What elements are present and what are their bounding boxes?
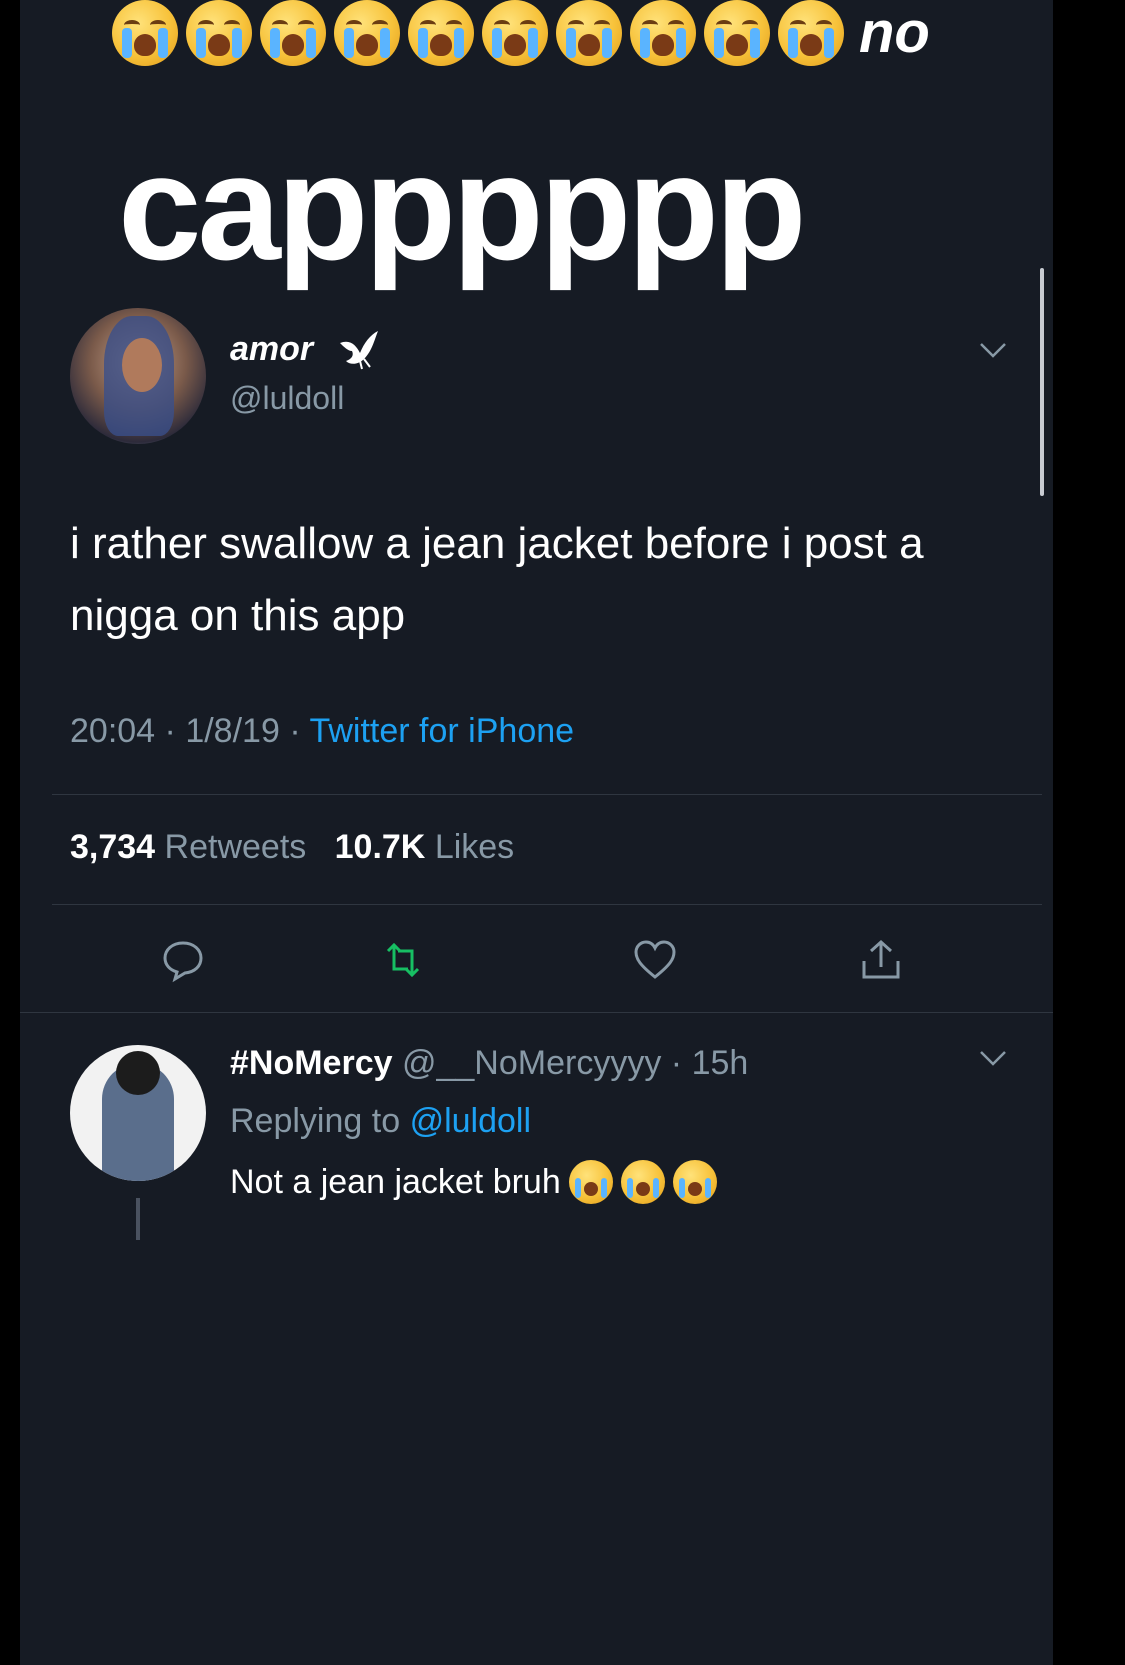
reply-icon[interactable]	[160, 937, 206, 983]
divider	[52, 794, 1042, 795]
loudly-crying-face-icon	[620, 1160, 665, 1204]
meta-separator: ·	[289, 712, 301, 750]
reply-header: #NoMercy @__NoMercyyyy · 15h	[230, 1044, 748, 1083]
reply-age: 15h	[691, 1044, 749, 1082]
loudly-crying-face-icon	[568, 1160, 613, 1204]
reply-emoji-row	[561, 1160, 717, 1204]
loudly-crying-face-icon	[704, 0, 770, 66]
loudly-crying-face-icon	[630, 0, 696, 66]
thread-line	[136, 1198, 140, 1240]
replying-to-link[interactable]: @luldoll	[410, 1102, 531, 1140]
meta-separator: ·	[670, 1044, 683, 1082]
right-gutter	[1053, 0, 1125, 1665]
reply-text: Not a jean jacket bruh	[230, 1160, 717, 1204]
tweet-time: 20:04	[70, 712, 156, 750]
loudly-crying-face-icon	[260, 0, 326, 66]
reply-body: Not a jean jacket bruh	[230, 1162, 561, 1201]
tweet-date: 1/8/19	[185, 712, 280, 750]
story-emoji-caption: no	[112, 0, 930, 66]
author-handle[interactable]: @luldoll	[230, 380, 344, 417]
story-caption-no: no	[859, 0, 930, 65]
author-display-name[interactable]: amor	[230, 330, 313, 369]
tweet-text: i rather swallow a jean jacket before i …	[70, 519, 924, 640]
loudly-crying-face-icon	[334, 0, 400, 66]
author-avatar[interactable]	[70, 308, 206, 444]
share-icon[interactable]	[858, 937, 904, 983]
loudly-crying-face-icon	[672, 1160, 717, 1204]
scroll-indicator[interactable]	[1040, 268, 1044, 496]
likes-stat[interactable]: 10.7K Likes	[335, 828, 515, 866]
retweet-icon[interactable]	[380, 937, 426, 983]
tweet-metadata: 20:04 · 1/8/19 · Twitter for iPhone	[70, 712, 574, 751]
meta-separator: ·	[164, 712, 176, 750]
retweets-stat[interactable]: 3,734 Retweets	[70, 828, 306, 866]
loudly-crying-face-icon	[778, 0, 844, 66]
story-caption-big: capppppp	[118, 123, 807, 291]
reply-author-handle[interactable]: @__NoMercyyyy	[402, 1044, 661, 1082]
loudly-crying-face-icon	[482, 0, 548, 66]
dove-icon	[340, 331, 378, 370]
replying-to-line: Replying to @luldoll	[230, 1102, 531, 1141]
loudly-crying-face-icon	[556, 0, 622, 66]
tweet-source-link[interactable]: Twitter for iPhone	[309, 712, 574, 750]
chevron-down-icon[interactable]	[978, 340, 1008, 360]
loudly-crying-face-icon	[112, 0, 178, 66]
tweet-screen: no capppppp amor @luldoll i rather swall…	[20, 0, 1053, 1665]
divider	[20, 1012, 1053, 1013]
divider	[52, 904, 1042, 905]
reply-author-avatar[interactable]	[70, 1045, 206, 1181]
crying-emoji-row	[112, 0, 852, 66]
loudly-crying-face-icon	[408, 0, 474, 66]
like-icon[interactable]	[632, 937, 678, 983]
reply-author-name[interactable]: #NoMercy	[230, 1044, 393, 1082]
replying-prefix: Replying to	[230, 1102, 401, 1140]
tweet-stats: 3,734 Retweets 10.7K Likes	[70, 828, 514, 867]
loudly-crying-face-icon	[186, 0, 252, 66]
chevron-down-icon[interactable]	[978, 1048, 1008, 1068]
